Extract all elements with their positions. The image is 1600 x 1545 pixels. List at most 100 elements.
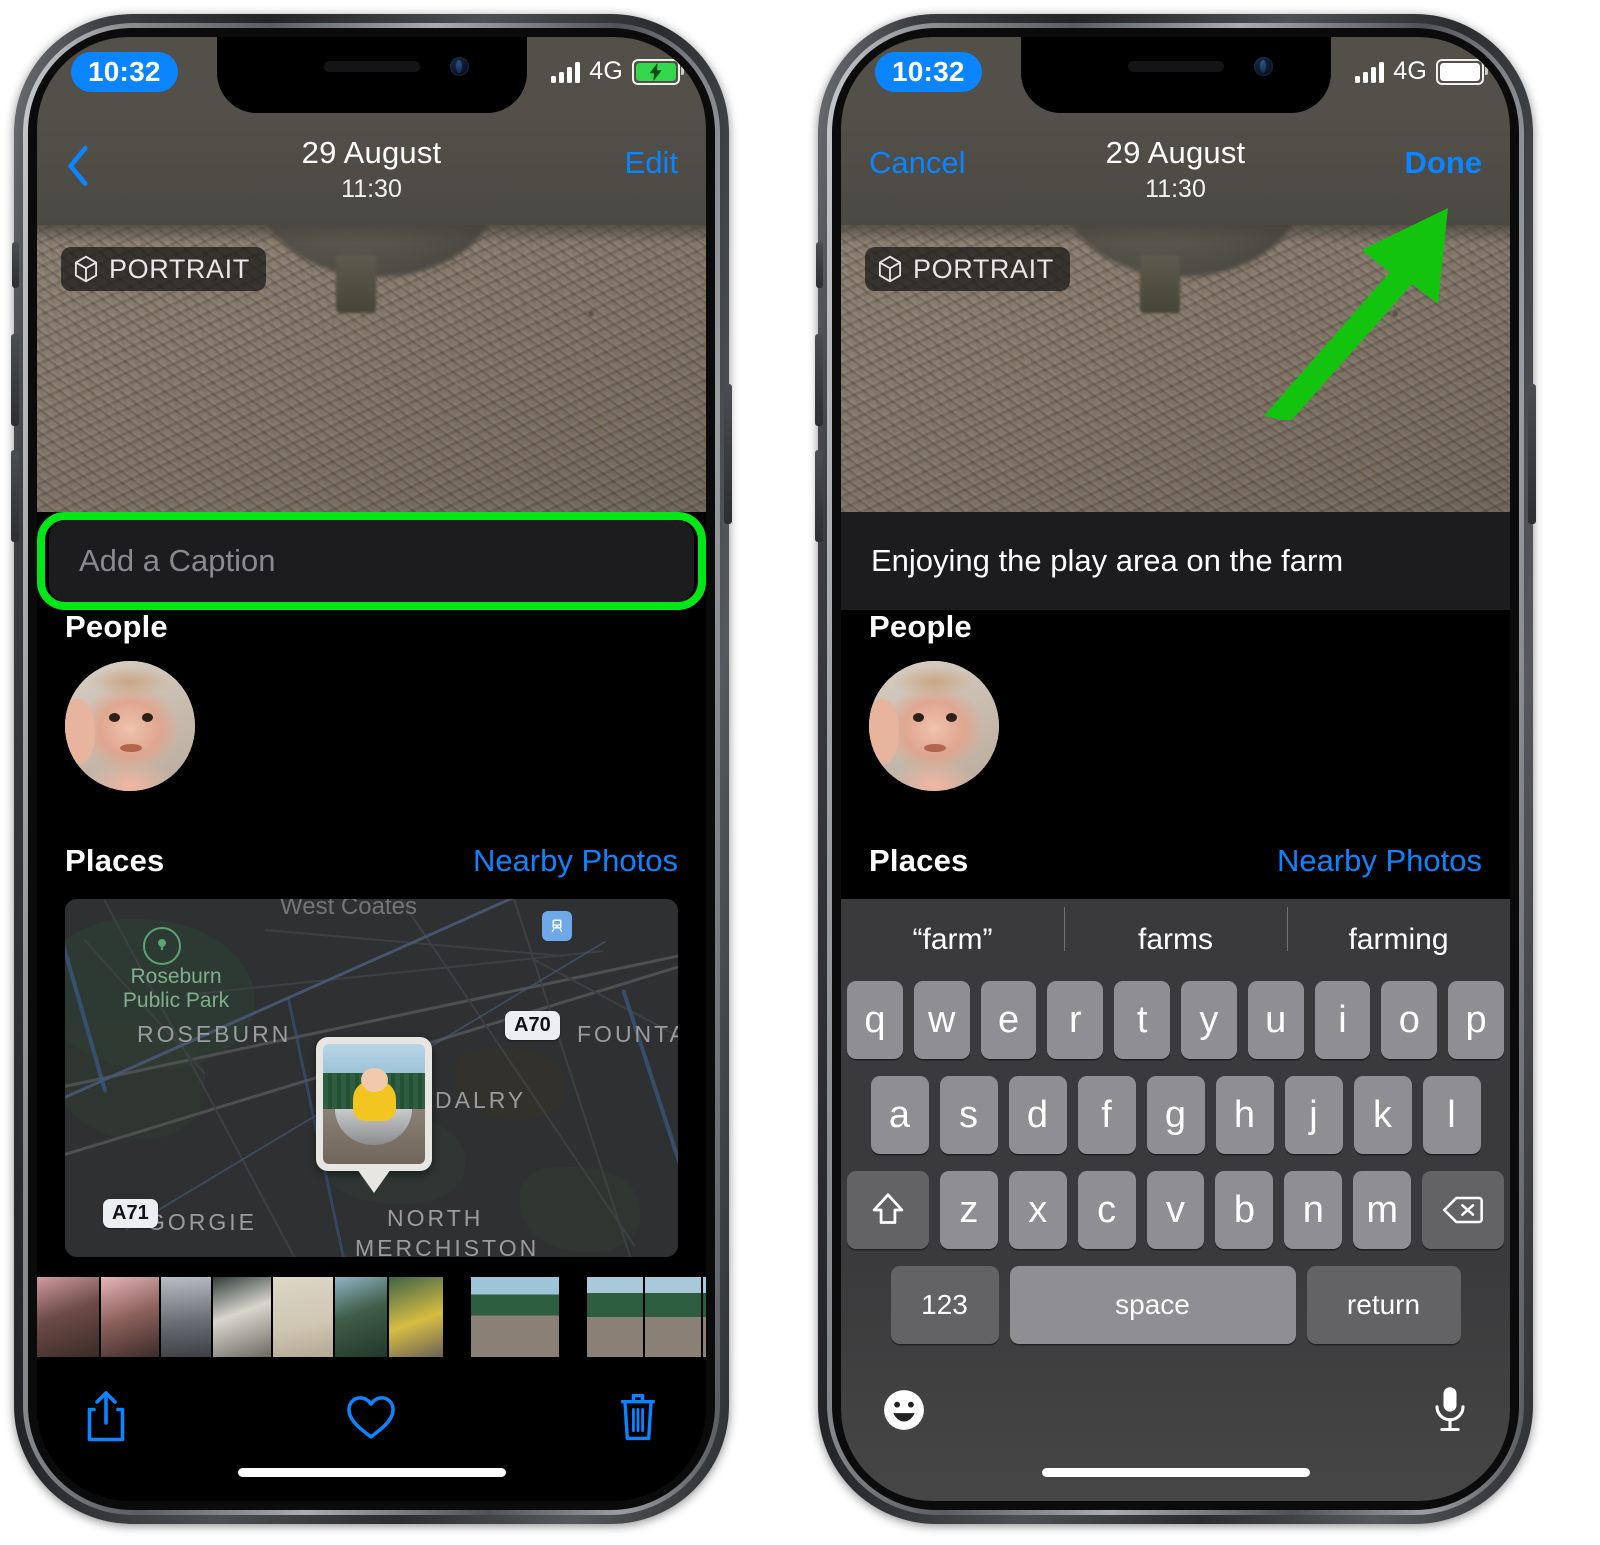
keyboard-row-4: 123 space return: [847, 1266, 1504, 1344]
phone-left: PORTRAIT 29 August 11:30 Edit 10:32 4G A…: [11, 14, 732, 1524]
filmstrip-thumb[interactable]: [37, 1277, 99, 1357]
key-p[interactable]: p: [1448, 981, 1504, 1059]
key-z[interactable]: z: [939, 1171, 998, 1249]
cube-icon: [878, 255, 902, 283]
key-q[interactable]: q: [847, 981, 903, 1059]
delete-button[interactable]: [468, 1391, 706, 1443]
edit-button[interactable]: Edit: [625, 145, 678, 181]
photo-viewer[interactable]: PORTRAIT: [37, 225, 706, 512]
filmstrip-thumb[interactable]: [161, 1277, 211, 1357]
home-indicator-right[interactable]: [1041, 1468, 1310, 1477]
key-h[interactable]: h: [1215, 1076, 1274, 1154]
key-c[interactable]: c: [1077, 1171, 1136, 1249]
key-a[interactable]: a: [870, 1076, 929, 1154]
portrait-badge[interactable]: PORTRAIT: [865, 247, 1070, 291]
avatar-eye-right: [946, 713, 957, 722]
nearby-photos-link[interactable]: Nearby Photos: [473, 843, 678, 879]
avatar-eye-right: [142, 713, 153, 722]
park-tree-icon: [143, 927, 181, 965]
mute-switch[interactable]: [816, 242, 823, 288]
filmstrip-thumb[interactable]: [703, 1277, 706, 1357]
photo-filmstrip[interactable]: [37, 1277, 706, 1357]
filmstrip-thumb-selected[interactable]: [471, 1277, 559, 1357]
key-m[interactable]: m: [1353, 1171, 1412, 1249]
key-j[interactable]: j: [1284, 1076, 1343, 1154]
backspace-delete-icon: [1443, 1196, 1483, 1224]
person-avatar[interactable]: [65, 661, 195, 791]
volume-up-button[interactable]: [11, 334, 19, 426]
filmstrip-thumb[interactable]: [335, 1277, 387, 1357]
shift-key[interactable]: [847, 1171, 929, 1249]
power-button[interactable]: [724, 384, 732, 524]
suggestion-1[interactable]: farms: [1064, 907, 1287, 957]
key-l[interactable]: l: [1422, 1076, 1481, 1154]
filmstrip-thumb[interactable]: [389, 1277, 443, 1357]
return-key[interactable]: return: [1306, 1266, 1461, 1344]
key-x[interactable]: x: [1008, 1171, 1067, 1249]
share-icon: [87, 1391, 125, 1442]
key-u[interactable]: u: [1247, 981, 1304, 1059]
places-map[interactable]: Roseburn Public Park West Coates ROSEBUR…: [65, 899, 678, 1257]
key-v[interactable]: v: [1146, 1171, 1205, 1249]
favorite-button[interactable]: [275, 1394, 467, 1440]
backspace-key[interactable]: [1422, 1171, 1504, 1249]
key-n[interactable]: n: [1284, 1171, 1343, 1249]
filmstrip-thumb[interactable]: [101, 1277, 159, 1357]
map-label-west-coates: West Coates: [280, 899, 417, 920]
people-section-title: People: [869, 609, 972, 644]
key-r[interactable]: r: [1047, 981, 1104, 1059]
volume-down-button[interactable]: [815, 450, 823, 542]
caption-input[interactable]: Add a Caption: [49, 520, 694, 602]
photo-viewer[interactable]: PORTRAIT: [841, 225, 1510, 512]
key-k[interactable]: k: [1353, 1076, 1412, 1154]
dictation-button[interactable]: [1430, 1384, 1470, 1441]
status-bar-left: 10:32 4G: [37, 37, 706, 113]
key-e[interactable]: e: [980, 981, 1037, 1059]
filmstrip-thumb[interactable]: [587, 1277, 643, 1357]
page-subtitle: 11:30: [341, 175, 402, 203]
keyboard-rows: q w e r t y u i o p a s d f g h j k l z …: [841, 981, 1510, 1344]
key-g[interactable]: g: [1146, 1076, 1205, 1154]
caption-input-filled[interactable]: Enjoying the play area on the farm: [841, 512, 1510, 610]
suggestion-0[interactable]: “farm”: [841, 923, 1064, 957]
key-t[interactable]: t: [1114, 981, 1170, 1059]
filmstrip-thumb[interactable]: [273, 1277, 333, 1357]
numbers-key[interactable]: 123: [890, 1266, 999, 1344]
volume-down-button[interactable]: [11, 450, 19, 542]
share-button[interactable]: [37, 1390, 275, 1444]
home-indicator-left[interactable]: [237, 1468, 506, 1477]
key-o[interactable]: o: [1381, 981, 1438, 1059]
screen-left: PORTRAIT 29 August 11:30 Edit 10:32 4G A…: [37, 37, 706, 1501]
navigation-bar-left: 29 August 11:30 Edit: [37, 37, 706, 225]
filmstrip-thumb[interactable]: [213, 1277, 271, 1357]
volume-up-button[interactable]: [815, 334, 823, 426]
microphone-icon: [1435, 1386, 1465, 1431]
key-i[interactable]: i: [1314, 981, 1371, 1059]
key-f[interactable]: f: [1077, 1076, 1136, 1154]
nearby-photos-link[interactable]: Nearby Photos: [1277, 843, 1482, 879]
photo-pin-marker[interactable]: [315, 1037, 432, 1171]
person-avatar[interactable]: [869, 661, 999, 791]
suggestion-2[interactable]: farming: [1287, 907, 1510, 957]
map-label-dalry: DALRY: [435, 1087, 527, 1113]
key-w[interactable]: w: [913, 981, 970, 1059]
key-y[interactable]: y: [1181, 981, 1237, 1059]
key-b[interactable]: b: [1215, 1171, 1274, 1249]
screen-right: PORTRAIT Cancel 29 August 11:30 Done 10:…: [841, 37, 1510, 1501]
portrait-badge[interactable]: PORTRAIT: [61, 247, 266, 291]
key-d[interactable]: d: [1008, 1076, 1067, 1154]
navigation-bar-right: Cancel 29 August 11:30 Done: [841, 37, 1510, 225]
map-label-gorgie: GORGIE: [147, 1209, 258, 1235]
battery-charging-icon: [632, 58, 684, 85]
avatar-mouth: [120, 744, 142, 752]
emoji-button[interactable]: [881, 1387, 927, 1438]
filmstrip-thumb[interactable]: [645, 1277, 701, 1357]
power-button[interactable]: [1528, 384, 1536, 524]
trash-icon: [621, 1393, 655, 1441]
key-s[interactable]: s: [939, 1076, 998, 1154]
mute-switch[interactable]: [12, 242, 19, 288]
space-key[interactable]: space: [1009, 1266, 1296, 1344]
done-button[interactable]: Done: [1405, 145, 1483, 181]
photo-post-shape: [335, 255, 376, 313]
map-park-label: Roseburn Public Park: [122, 965, 230, 1012]
